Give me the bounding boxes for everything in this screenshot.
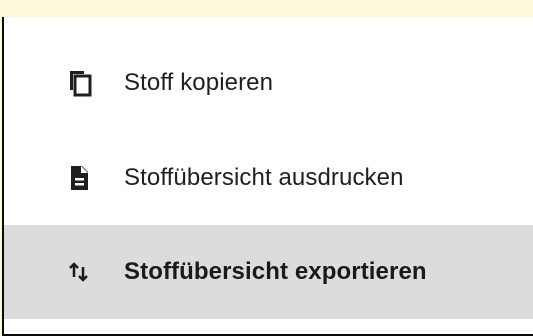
menu-item-copy[interactable]: Stoff kopieren (4, 36, 533, 130)
menu-item-print[interactable]: Stoffübersicht ausdrucken (4, 131, 533, 225)
menu-item-label: Stoffübersicht ausdrucken (124, 164, 404, 191)
menu-item-label: Stoff kopieren (124, 69, 274, 96)
copy-icon (64, 68, 94, 98)
context-menu: Stoff kopieren Stoffübersicht ausdrucken… (2, 17, 533, 336)
menu-item-export[interactable]: Stoffübersicht exportieren (4, 225, 533, 319)
document-icon (64, 163, 94, 193)
menu-item-label: Stoffübersicht exportieren (124, 258, 427, 285)
export-arrows-icon (64, 257, 94, 287)
